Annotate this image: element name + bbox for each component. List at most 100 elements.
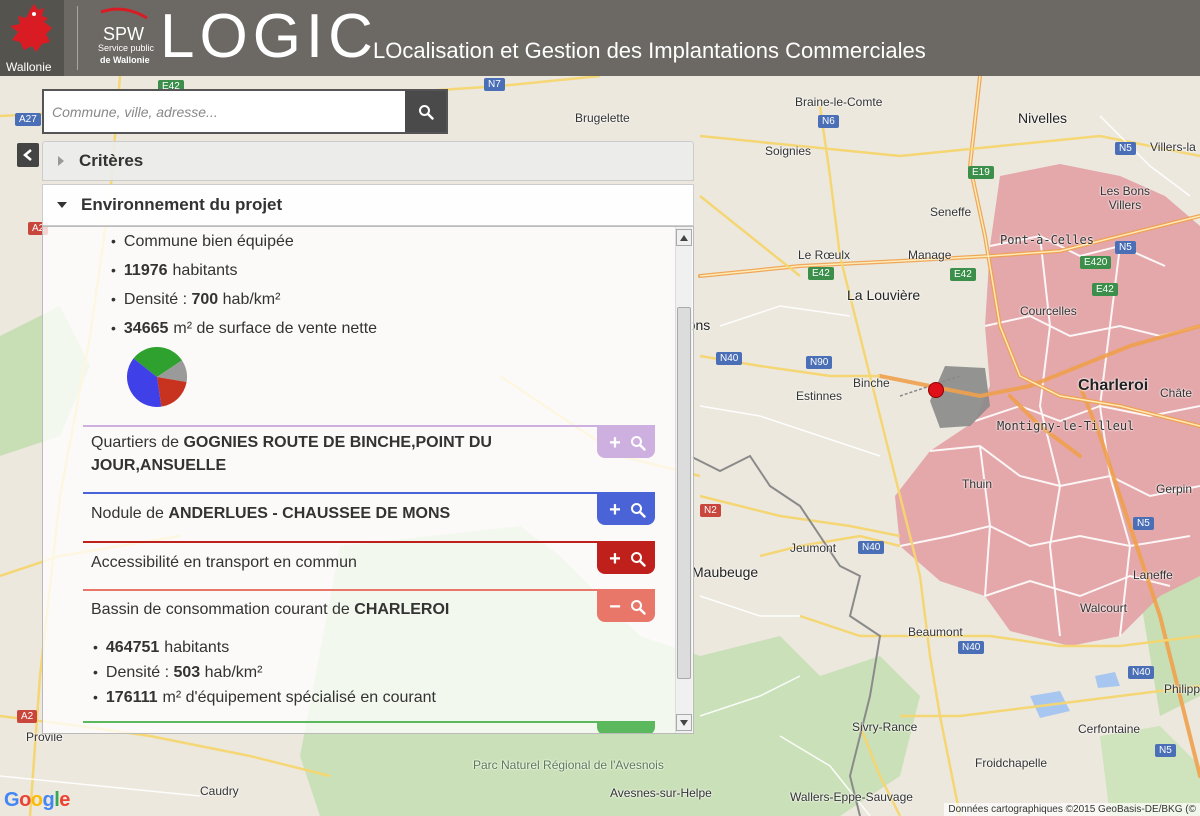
scroll-up-button[interactable]: [676, 229, 692, 246]
road-shield: N5: [1133, 517, 1154, 530]
collapse-button[interactable]: −: [606, 597, 624, 617]
quartiers-block: Quartiers de GOGNIES ROUTE DE BINCHE,POI…: [83, 425, 655, 491]
panel-scrollbar[interactable]: [675, 227, 692, 733]
next-actions[interactable]: [597, 723, 655, 733]
bassin-block: Bassin de consommation courant de CHARLE…: [83, 589, 655, 635]
map-label-place: Seneffe: [930, 205, 972, 219]
road-shield: E420: [1080, 256, 1112, 269]
collapse-panel-button[interactable]: [17, 143, 39, 167]
bassin-surface-unit: m² d'équipement spécialisé en courant: [162, 689, 436, 706]
quartiers-rule: [83, 425, 655, 427]
commune-equipment-text: Commune bien équipée: [123, 233, 294, 250]
bassin-label: Bassin de consommation courant de CHARLE…: [91, 598, 531, 621]
commune-population-value: 11976: [123, 262, 168, 279]
bassin-surface-value: 176111: [105, 689, 158, 706]
map-label-place: Binche: [853, 376, 890, 390]
nodule-name: ANDERLUES - CHAUSSEE DE MONS: [168, 505, 451, 522]
search-icon: [418, 104, 434, 120]
commune-density-unit: hab/km²: [218, 291, 281, 308]
transport-rule: [83, 541, 655, 543]
search-box: [42, 89, 448, 134]
transport-actions: +: [597, 543, 655, 574]
quartiers-actions: +: [597, 427, 655, 458]
commune-surface-unit: m² de surface de vente nette: [173, 320, 378, 337]
google-logo: Google: [4, 789, 70, 811]
zoom-search-icon[interactable]: [630, 551, 646, 567]
map-label-place: Cerfontaine: [1078, 722, 1141, 736]
map-label-place: Estinnes: [796, 389, 843, 403]
transport-prefix: Accessibilité en transport en commun: [91, 554, 357, 571]
bassin-density-label: Densité :: [105, 664, 174, 681]
map-label-place: La Louvière: [847, 287, 921, 303]
bassin-prefix: Bassin de consommation courant de: [91, 601, 355, 618]
map-label-place: Beaumont: [908, 625, 963, 639]
nodule-rule: [83, 492, 655, 494]
road-shield: E19: [968, 166, 994, 179]
zoom-search-icon[interactable]: [630, 599, 646, 615]
list-item: 11976 habitants: [111, 256, 377, 285]
road-shield: N90: [806, 356, 833, 369]
next-rule: [83, 721, 655, 723]
map-label-place: Froidchapelle: [975, 756, 1048, 770]
map-label-place: Châte: [1160, 386, 1193, 400]
commune-stats-list: Commune bien équipée 11976 habitants Den…: [111, 227, 377, 343]
expand-button[interactable]: +: [606, 500, 624, 520]
road-shield: N40: [958, 641, 985, 654]
search-input[interactable]: [44, 91, 407, 132]
road-shield: N5: [1115, 241, 1136, 254]
map-label-place: Montigny-le-Tilleul: [997, 419, 1135, 433]
map-label-place: Parc Naturel Régional de l'Avesnois: [473, 758, 664, 772]
environnement-section-header[interactable]: Environnement du projet: [42, 184, 694, 226]
environnement-content[interactable]: Commune bien équipée 11976 habitants Den…: [42, 226, 694, 734]
map-label-place: Soignies: [765, 144, 812, 158]
road-shield: N7: [484, 78, 505, 91]
bassin-actions: −: [597, 591, 655, 622]
map-label-place: Le Rœulx: [798, 248, 851, 262]
road-shield: A2: [17, 710, 38, 723]
map-label-place: Charleroi: [1078, 377, 1149, 394]
map-label-place: Philippe: [1164, 682, 1200, 696]
scroll-thumb[interactable]: [677, 307, 691, 679]
nodule-label: Nodule de ANDERLUES - CHAUSSEE DE MONS: [91, 502, 531, 525]
expand-button[interactable]: +: [606, 549, 624, 569]
bassin-population-unit: habitants: [164, 639, 230, 656]
app-header: Wallonie SPW Service public de Wallonie …: [0, 0, 1200, 76]
expand-button[interactable]: +: [606, 433, 624, 453]
quartiers-prefix: Quartiers de: [91, 434, 184, 451]
road-shield: N5: [1115, 142, 1136, 155]
map-label-place: Gerpin: [1156, 482, 1193, 496]
project-location-marker[interactable]: [928, 382, 944, 398]
criteres-title: Critères: [79, 151, 144, 170]
bassin-rule: [83, 589, 655, 591]
scroll-down-button[interactable]: [676, 714, 692, 731]
map-attribution: Données cartographiques ©2015 GeoBasis-D…: [944, 803, 1200, 816]
map-label-place: Les Bons Villers: [1099, 184, 1151, 212]
road-shield: A27: [15, 113, 41, 126]
road-shield: E42: [1092, 283, 1118, 296]
commune-surface-value: 34665: [123, 320, 169, 337]
map-label-place: Manage: [908, 248, 952, 262]
bassin-stats-list: 464751 habitants Densité : 503 hab/km² 1…: [93, 635, 436, 710]
search-button[interactable]: [405, 91, 446, 132]
zoom-search-icon[interactable]: [630, 502, 646, 518]
map-label-place: Maubeuge: [692, 564, 759, 580]
pie-slice: [157, 377, 187, 407]
bassin-density-value: 503: [173, 664, 201, 681]
road-shield: N40: [858, 541, 885, 554]
app-title: LOGIC: [160, 2, 378, 71]
criteres-section-header[interactable]: Critères: [42, 141, 694, 181]
spw-line1: Service public: [98, 43, 155, 53]
road-shield: N6: [818, 115, 839, 128]
app-subtitle: LOcalisation et Gestion des Implantation…: [373, 38, 926, 63]
bassin-population-value: 464751: [105, 639, 160, 656]
list-item: Densité : 700 hab/km²: [111, 285, 377, 314]
spw-line2: de Wallonie: [100, 55, 150, 65]
header-divider: [77, 6, 78, 70]
commune-density-value: 700: [191, 291, 219, 308]
list-item: Densité : 503 hab/km²: [93, 660, 436, 685]
zoom-search-icon[interactable]: [630, 435, 646, 451]
map-label-place: Laneffe: [1133, 568, 1173, 582]
next-block: [83, 721, 655, 733]
map-label-place: Sivry-Rance: [852, 720, 918, 734]
road-shield: E42: [950, 268, 976, 281]
